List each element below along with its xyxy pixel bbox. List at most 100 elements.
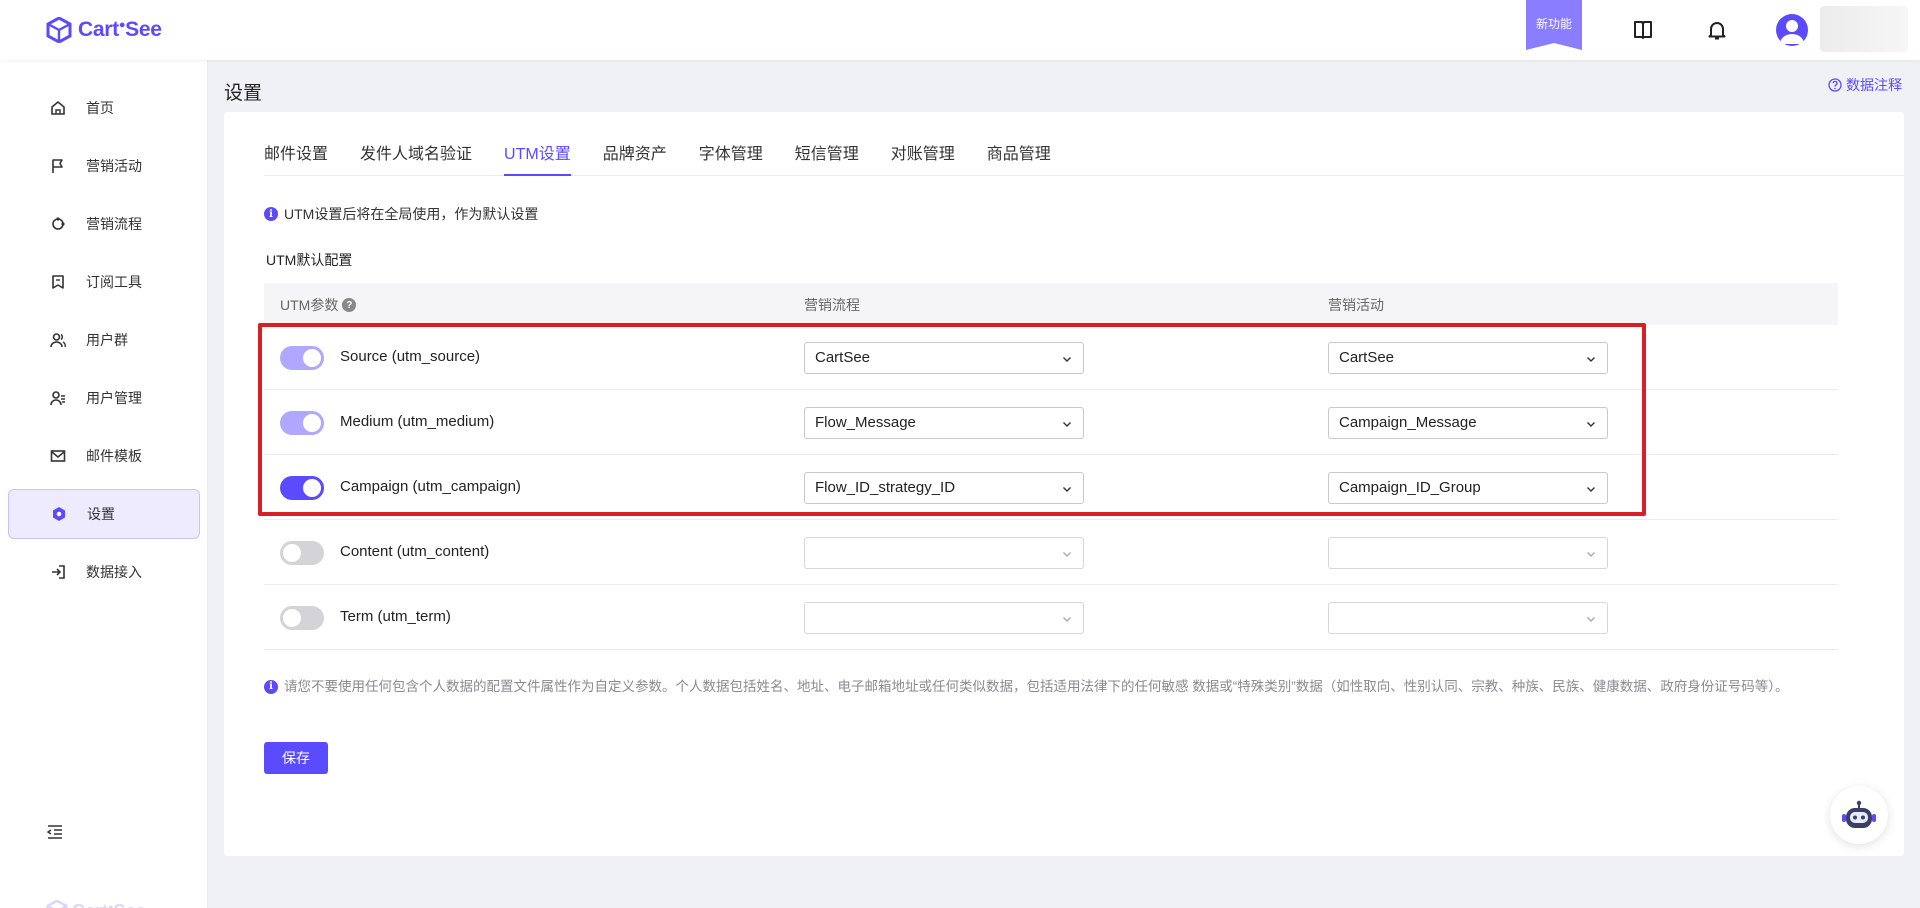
campaign-select[interactable]: Campaign_ID_Group	[1328, 472, 1608, 504]
tab-utm-settings[interactable]: UTM设置	[504, 112, 571, 176]
sidebar-item-user-management[interactable]: 用户管理	[8, 373, 200, 423]
sidebar-item-label: 邮件模板	[86, 448, 142, 464]
sidebar-item-segments[interactable]: 用户群	[8, 315, 200, 365]
sidebar-item-label: 营销活动	[86, 158, 142, 174]
select-value: CartSee	[1339, 349, 1395, 366]
flow-select[interactable]	[804, 537, 1084, 569]
chevron-down-icon	[1063, 552, 1071, 557]
table-row: Term (utm_term)	[264, 585, 1838, 650]
param-label: Campaign (utm_campaign)	[340, 478, 521, 495]
select-value: Flow_Message	[815, 414, 916, 431]
tab-font-management[interactable]: 字体管理	[699, 112, 763, 176]
table-row: Medium (utm_medium) Flow_Message Campaig…	[264, 390, 1838, 455]
sidebar-item-data-import[interactable]: 数据接入	[8, 547, 200, 597]
tab-product-management[interactable]: 商品管理	[987, 112, 1051, 176]
robot-icon	[1842, 800, 1876, 828]
campaign-select[interactable]	[1328, 537, 1608, 569]
sidebar-item-subscribe-tools[interactable]: 订阅工具	[8, 257, 200, 307]
sidebar-item-home[interactable]: 首页	[8, 83, 200, 133]
sidebar-watermark-logo: Cart●See	[46, 900, 145, 908]
utm-source-toggle[interactable]	[280, 346, 324, 370]
assistant-bot-button[interactable]	[1830, 786, 1888, 844]
flow-select[interactable]: Flow_Message	[804, 407, 1084, 439]
help-icon[interactable]: ?	[342, 298, 357, 312]
toggle-knob	[283, 544, 301, 562]
user-name-blurred[interactable]	[1820, 6, 1908, 52]
flag-icon	[48, 156, 68, 176]
tab-brand-assets[interactable]: 品牌资产	[603, 112, 667, 176]
brand-name: Cart●See	[78, 18, 162, 41]
flow-icon	[48, 214, 68, 234]
info-icon: i	[264, 680, 278, 694]
toggle-knob	[303, 414, 321, 432]
flow-select[interactable]: Flow_ID_strategy_ID	[804, 472, 1084, 504]
sidebar-item-label: 设置	[87, 506, 115, 522]
campaign-select[interactable]: CartSee	[1328, 342, 1608, 374]
sidebar-item-label: 首页	[86, 100, 114, 116]
sidebar-item-label: 用户管理	[86, 390, 142, 406]
utm-term-toggle[interactable]	[280, 606, 324, 630]
toggle-knob	[283, 609, 301, 627]
user-manage-icon	[48, 388, 68, 408]
toggle-knob	[303, 479, 321, 497]
select-value: Campaign_Message	[1339, 414, 1477, 431]
chevron-down-icon	[1587, 422, 1595, 427]
select-value: Campaign_ID_Group	[1339, 479, 1481, 496]
table-row: Source (utm_source) CartSee CartSee	[264, 325, 1838, 390]
tab-billing[interactable]: 对账管理	[891, 112, 955, 176]
sidebar-item-label: 营销流程	[86, 216, 142, 232]
sidebar-item-label: 数据接入	[86, 564, 142, 580]
select-value: CartSee	[815, 349, 871, 366]
user-avatar[interactable]	[1776, 14, 1808, 46]
chevron-down-icon	[1063, 487, 1071, 492]
param-label: Source (utm_source)	[340, 348, 481, 365]
docs-book-icon[interactable]	[1628, 15, 1658, 45]
data-note-label: 数据注释	[1846, 77, 1902, 93]
collapse-sidebar-icon[interactable]	[46, 823, 66, 843]
save-button[interactable]: 保存	[264, 742, 328, 774]
utm-info-text: UTM设置后将在全局使用，作为默认设置	[284, 206, 539, 222]
section-title: UTM默认配置	[266, 252, 353, 268]
tab-sender-domain[interactable]: 发件人域名验证	[360, 112, 472, 176]
users-icon	[48, 330, 68, 350]
select-value: Flow_ID_strategy_ID	[815, 479, 956, 496]
chevron-down-icon	[1587, 617, 1595, 622]
header-label: UTM参数	[280, 297, 339, 313]
chevron-down-icon	[1587, 552, 1595, 557]
flow-select[interactable]	[804, 602, 1084, 634]
new-feature-badge[interactable]: 新功能	[1526, 0, 1582, 50]
utm-content-toggle[interactable]	[280, 541, 324, 565]
sidebar: 首页 营销活动 营销流程 订阅工具 用户群 用户管理 邮件模板 设置 数据接入 …	[0, 60, 208, 908]
sidebar-item-email-templates[interactable]: 邮件模板	[8, 431, 200, 481]
header-flow: 营销流程	[804, 297, 860, 313]
chevron-down-icon	[1063, 422, 1071, 427]
param-label: Term (utm_term)	[340, 608, 451, 625]
flow-select[interactable]: CartSee	[804, 342, 1084, 374]
bookmark-icon	[48, 272, 68, 292]
bell-icon[interactable]	[1702, 15, 1732, 45]
utm-table-header: UTM参数 ? 营销流程 营销活动	[264, 283, 1838, 325]
settings-icon	[49, 504, 69, 524]
campaign-select[interactable]: Campaign_Message	[1328, 407, 1608, 439]
utm-campaign-toggle[interactable]	[280, 476, 324, 500]
import-icon	[48, 562, 68, 582]
sidebar-item-campaigns[interactable]: 营销活动	[8, 141, 200, 191]
chevron-down-icon	[1063, 357, 1071, 362]
campaign-select[interactable]	[1328, 602, 1608, 634]
settings-card: 邮件设置 发件人域名验证 UTM设置 品牌资产 字体管理 短信管理 对账管理 商…	[224, 112, 1904, 856]
tab-sms-management[interactable]: 短信管理	[795, 112, 859, 176]
home-icon	[48, 98, 68, 118]
sidebar-item-flows[interactable]: 营销流程	[8, 199, 200, 249]
privacy-notice: i 请您不要使用任何包含个人数据的配置文件属性作为自定义参数。个人数据包括姓名、…	[264, 676, 1844, 698]
table-row: Content (utm_content)	[264, 520, 1838, 585]
sidebar-item-settings[interactable]: 设置	[8, 489, 200, 539]
tab-email-settings[interactable]: 邮件设置	[264, 112, 328, 176]
help-circle-icon	[1828, 78, 1842, 92]
utm-medium-toggle[interactable]	[280, 411, 324, 435]
header-campaign: 营销活动	[1328, 297, 1384, 313]
brand-logo[interactable]: Cart●See	[46, 17, 162, 43]
data-note-link[interactable]: 数据注释	[1828, 75, 1902, 95]
info-icon: i	[264, 207, 278, 221]
chevron-down-icon	[1587, 357, 1595, 362]
top-bar: Cart●See 新功能	[0, 0, 1920, 60]
